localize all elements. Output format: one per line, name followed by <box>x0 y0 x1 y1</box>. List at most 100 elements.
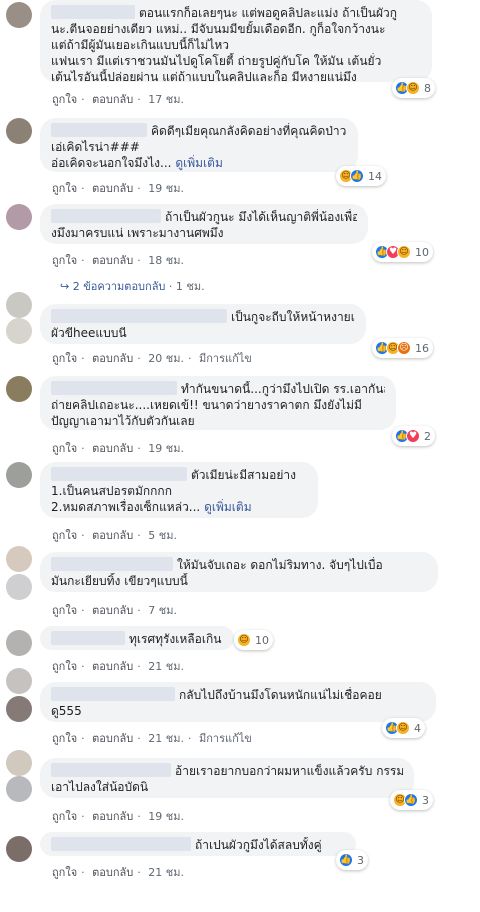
commenter-name-blurred[interactable] <box>51 209 161 223</box>
reply-link[interactable]: ตอบกลับ <box>92 182 133 195</box>
timestamp[interactable]: 5 ชม. <box>148 529 177 542</box>
like-link[interactable]: ถูกใจ <box>52 182 77 195</box>
comment-bubble: เป็นกูจะถีบให้หน้าหงายเลย ผัวขีheeแบบนี <box>40 304 366 344</box>
comment-line: เอาไปลงใส่น้อบัดนิ <box>51 780 149 794</box>
timestamp[interactable]: 19 ชม. <box>148 442 184 455</box>
commenter-name-blurred[interactable] <box>51 309 227 323</box>
timestamp[interactable]: 18 ชม. <box>148 254 184 267</box>
haha-reaction-icon: ☺ <box>406 81 420 95</box>
reaction-summary[interactable]: 👍 ♥ 2 <box>392 426 435 446</box>
edited-label[interactable]: มีการแก้ไข <box>199 732 252 745</box>
like-link[interactable]: ถูกใจ <box>52 442 77 455</box>
like-link[interactable]: ถูกใจ <box>52 604 77 617</box>
comment-line: ถ้าเปนผัวกูมึงได้สลบทั้งคู่ <box>195 838 322 852</box>
like-link[interactable]: ถูกใจ <box>52 254 77 267</box>
haha-reaction-icon: ☺ <box>396 721 410 735</box>
timestamp[interactable]: 21 ชม. <box>148 660 184 673</box>
reaction-summary[interactable]: 👍 ☺ 4 <box>382 718 425 738</box>
comment-actions: ถูกใจ · ตอบกลับ · 19 ชม. <box>52 810 184 823</box>
comment-line: ดู555 <box>51 704 82 718</box>
like-link[interactable]: ถูกใจ <box>52 529 77 542</box>
like-link[interactable]: ถูกใจ <box>52 93 77 106</box>
reply-link[interactable]: ตอบกลับ <box>92 93 133 106</box>
commenter-name-blurred[interactable] <box>51 467 187 481</box>
reply-link[interactable]: ตอบกลับ <box>92 810 133 823</box>
timestamp[interactable]: 21 ชม. <box>148 866 184 879</box>
commenter-name-blurred[interactable] <box>51 763 171 777</box>
timestamp[interactable]: 17 ชม. <box>148 93 184 106</box>
avatar[interactable] <box>6 292 32 318</box>
comment-line: คิดดีๆเมียคุณกลังคิดอย่างที่คุณคิดป่าว <box>151 124 347 138</box>
comment-bubble: กลับไปถึงบ้านมึงโดนหนักแน่ไม่เชื่อคอย ดู… <box>40 682 436 722</box>
reply-link[interactable]: ตอบกลับ <box>92 732 133 745</box>
see-more-link[interactable]: ดูเพิ่มเติม <box>204 500 252 514</box>
reaction-summary[interactable]: 👍 ♥ ☺ 10 <box>372 242 433 262</box>
avatar[interactable] <box>6 630 32 656</box>
commenter-name-blurred[interactable] <box>51 687 175 701</box>
avatar[interactable] <box>6 836 32 862</box>
avatar[interactable] <box>6 118 32 144</box>
comment-bubble: ให้มันจับเถอะ ดอกไม่ริมทาง. จับๆไปเบื่อ … <box>40 552 438 592</box>
timestamp[interactable]: 21 ชม. <box>148 732 184 745</box>
commenter-name-blurred[interactable] <box>51 631 125 645</box>
angry-reaction-icon: ☹ <box>397 341 411 355</box>
comment-line: ทุเรศทุรังเหลือเกิน <box>129 632 222 646</box>
comment-bubble: อ้ายเราอยากบอกว่าผมหาแข็งแล้วครับ กรรม เ… <box>40 758 414 798</box>
avatar[interactable] <box>6 574 32 600</box>
comment-line: เต้นไรอันนี้ปล่อยผ่าน แต่ถ้าแบบในคลิปและ… <box>51 70 357 84</box>
commenter-name-blurred[interactable] <box>51 837 191 851</box>
reply-link[interactable]: ตอบกลับ <box>92 254 133 267</box>
reaction-summary[interactable]: ☺ 👍 14 <box>336 166 386 186</box>
view-replies-link[interactable]: ↪ 2 ข้อความตอบกลับ · 1 ชม. <box>60 277 205 295</box>
like-link[interactable]: ถูกใจ <box>52 352 77 365</box>
reaction-summary[interactable]: ☺ 10 <box>234 630 273 650</box>
commenter-name-blurred[interactable] <box>51 557 173 571</box>
avatar[interactable] <box>6 204 32 230</box>
timestamp[interactable]: 7 ชม. <box>148 604 177 617</box>
timestamp[interactable]: 19 ชม. <box>148 810 184 823</box>
reaction-count: 10 <box>255 633 269 647</box>
avatar[interactable] <box>6 776 32 802</box>
reaction-count: 4 <box>414 721 421 735</box>
see-more-link[interactable]: ดูเพิ่มเติม <box>175 156 223 170</box>
reply-link[interactable]: ตอบกลับ <box>92 442 133 455</box>
like-reaction-icon: 👍 <box>339 853 353 867</box>
comment-line: อ่อเคิดจะนอกใจมึงไง... <box>51 156 172 170</box>
avatar[interactable] <box>6 376 32 402</box>
timestamp[interactable]: 19 ชม. <box>148 182 184 195</box>
reply-link[interactable]: ตอบกลับ <box>92 866 133 879</box>
like-link[interactable]: ถูกใจ <box>52 732 77 745</box>
reaction-count: 8 <box>424 81 431 95</box>
reaction-count: 2 <box>424 429 431 443</box>
edited-label[interactable]: มีการแก้ไข <box>199 352 252 365</box>
timestamp[interactable]: 20 ชม. <box>148 352 184 365</box>
reaction-summary[interactable]: 👍 ☺ ☹ 16 <box>372 338 433 358</box>
avatar[interactable] <box>6 546 32 572</box>
reaction-summary[interactable]: 👍 ☺ 8 <box>392 78 435 98</box>
comment-bubble: ตอนแรกก็อเลยๆนะ แต่พอดูคลิปละแม่ง ถ้าเป็… <box>40 0 432 84</box>
comment-line: นะ.ตีนจอยย่างเดียว แหม่.. มีจับนมมีขยั้ม… <box>51 22 386 36</box>
avatar[interactable] <box>6 668 32 694</box>
reaction-summary[interactable]: 👍 3 <box>336 850 368 870</box>
avatar[interactable] <box>6 750 32 776</box>
like-reaction-icon: 👍 <box>404 793 418 807</box>
reply-link[interactable]: ตอบกลับ <box>92 529 133 542</box>
reply-link[interactable]: ตอบกลับ <box>92 604 133 617</box>
avatar[interactable] <box>6 2 32 28</box>
replies-count: 2 ข้อความตอบกลับ <box>72 280 166 293</box>
commenter-name-blurred[interactable] <box>51 123 147 137</box>
avatar[interactable] <box>6 318 32 344</box>
comment-actions: ถูกใจ · ตอบกลับ · 18 ชม. <box>52 254 184 267</box>
like-link[interactable]: ถูกใจ <box>52 660 77 673</box>
commenter-name-blurred[interactable] <box>51 5 135 19</box>
avatar[interactable] <box>6 696 32 722</box>
avatar[interactable] <box>6 462 32 488</box>
reply-link[interactable]: ตอบกลับ <box>92 352 133 365</box>
comment-bubble: ถ้าเป็นผัวกูนะ มึงได้เห็นญาติพี่น้องเพื่… <box>40 204 368 244</box>
like-link[interactable]: ถูกใจ <box>52 810 77 823</box>
comment-line: งมึงมาครบแน่ เพราะมางานศพมึง <box>51 226 224 240</box>
reaction-summary[interactable]: ☺ 👍 3 <box>390 790 433 810</box>
reply-link[interactable]: ตอบกลับ <box>92 660 133 673</box>
commenter-name-blurred[interactable] <box>51 381 177 395</box>
like-link[interactable]: ถูกใจ <box>52 866 77 879</box>
